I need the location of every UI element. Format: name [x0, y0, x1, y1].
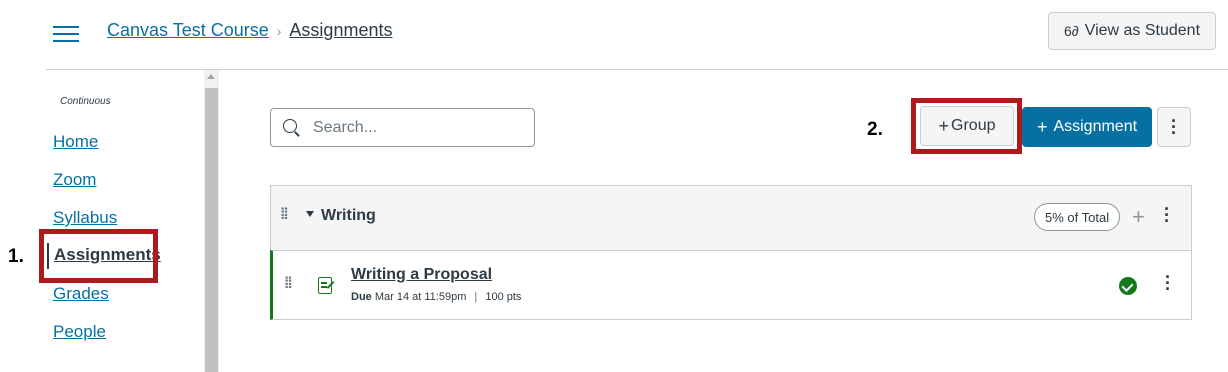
- search-icon: [283, 118, 301, 137]
- add-group-button[interactable]: + Group: [920, 106, 1014, 146]
- add-assignment-button[interactable]: + Assignment: [1022, 107, 1152, 147]
- sidebar-item-home[interactable]: Home: [53, 132, 98, 152]
- add-group-label: Group: [951, 117, 996, 134]
- assignment-icon: [318, 277, 332, 294]
- assignment-group-header[interactable]: ⁞⁞ Writing 5% of Total + · · ·: [270, 185, 1192, 250]
- kebab-icon: · · ·: [1171, 111, 1177, 143]
- assignment-row[interactable]: ⁞⁞ Writing a Proposal Due Mar 14 at 11:5…: [270, 250, 1192, 320]
- sidebar-item-people[interactable]: People: [53, 322, 106, 342]
- group-weight-badge: 5% of Total: [1034, 203, 1121, 231]
- sidebar-scrollbar[interactable]: [204, 70, 219, 372]
- scroll-up-arrow-icon[interactable]: [207, 74, 215, 79]
- group-kebab-icon[interactable]: · · ·: [1164, 200, 1170, 232]
- sidebar-item-syllabus[interactable]: Syllabus: [53, 208, 117, 228]
- add-assignment-to-group-icon[interactable]: +: [1132, 203, 1145, 231]
- collapse-caret-icon[interactable]: [306, 211, 314, 217]
- search-field[interactable]: [270, 108, 535, 147]
- annotation-step-1-box: [39, 229, 158, 283]
- points: 100 pts: [485, 291, 522, 303]
- meta-separator: |: [474, 291, 478, 303]
- hamburger-menu-icon[interactable]: [53, 24, 79, 42]
- annotation-step-1-label: 1.: [8, 246, 24, 267]
- breadcrumb: Canvas Test Course › Assignments: [107, 20, 392, 41]
- published-check-icon[interactable]: [1119, 277, 1137, 295]
- search-input[interactable]: [313, 118, 513, 137]
- breadcrumb-separator: ›: [276, 22, 282, 39]
- assignment-kebab-icon[interactable]: · · ·: [1165, 268, 1171, 300]
- breadcrumb-course-link[interactable]: Canvas Test Course: [107, 20, 269, 41]
- plus-icon: +: [1036, 116, 1048, 137]
- course-navigation: Continuous Home Zoom Syllabus Assignment…: [46, 70, 204, 372]
- due-date: Mar 14 at 11:59pm: [374, 291, 467, 303]
- breadcrumb-current[interactable]: Assignments: [289, 20, 392, 41]
- scrollbar-thumb[interactable]: [205, 88, 218, 372]
- assignment-group-name[interactable]: Writing: [321, 207, 376, 225]
- assignment-meta: Due Mar 14 at 11:59pm | 100 pts: [351, 291, 521, 303]
- view-as-student-button[interactable]: 6∂ View as Student: [1048, 12, 1216, 50]
- sidebar-item-zoom[interactable]: Zoom: [53, 170, 96, 190]
- add-assignment-label: Assignment: [1053, 118, 1138, 135]
- glasses-icon: 6∂: [1063, 23, 1079, 39]
- drag-handle-icon[interactable]: ⁞⁞: [284, 275, 293, 293]
- sidebar-item-grades[interactable]: Grades: [53, 284, 109, 304]
- plus-icon: +: [938, 115, 950, 136]
- annotation-step-2-label: 2.: [867, 119, 883, 140]
- more-options-button[interactable]: · · ·: [1157, 107, 1191, 147]
- assignment-title-link[interactable]: Writing a Proposal: [351, 266, 492, 284]
- due-label: Due: [351, 291, 372, 303]
- term-label: Continuous: [60, 96, 111, 107]
- view-as-student-label: View as Student: [1084, 22, 1201, 39]
- drag-handle-icon[interactable]: ⁞⁞: [280, 206, 289, 224]
- header-divider: [46, 69, 1228, 70]
